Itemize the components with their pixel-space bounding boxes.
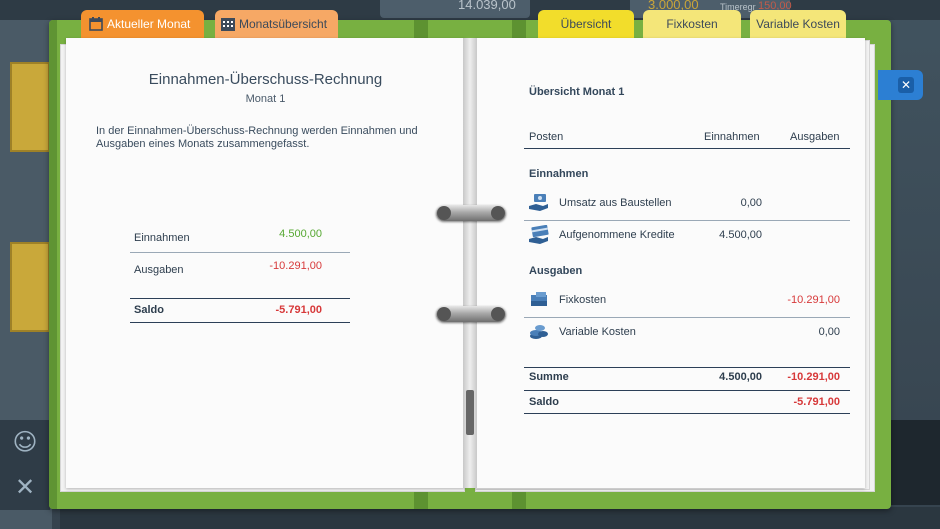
row-label: Fixkosten	[559, 294, 607, 306]
balance-label: Saldo	[134, 304, 164, 316]
header-divider	[524, 148, 850, 149]
building-tile[interactable]	[10, 242, 50, 332]
row-label: Aufgenommene Kredite	[559, 229, 675, 241]
row-income: 4.500,00	[719, 229, 762, 241]
workers-icon[interactable]: ☺	[0, 420, 50, 465]
balance-value: -5.791,00	[793, 396, 840, 408]
row-expense: 0,00	[818, 326, 840, 338]
summary-income-row: Einnahmen 4.500,00	[130, 226, 350, 250]
tab-label: Fixkosten	[666, 17, 718, 31]
table-row: Variable Kosten 0,00	[524, 317, 850, 347]
income-label: Einnahmen	[134, 232, 190, 244]
coins-stack-icon	[530, 325, 548, 339]
row-label: Variable Kosten	[559, 326, 636, 338]
row-income: 0,00	[740, 197, 762, 209]
tab-monatsuebersicht[interactable]: Monatsübersicht	[215, 10, 338, 40]
spine-clip	[466, 390, 474, 435]
binder-ring	[436, 205, 506, 221]
tab-label: Monatsübersicht	[239, 17, 328, 31]
close-icon: ✕	[898, 77, 914, 93]
money-hand-icon	[529, 194, 548, 211]
page-subtitle: Monat 1	[245, 93, 286, 105]
balance-label: Saldo	[529, 396, 559, 408]
sum-label: Summe	[529, 371, 569, 383]
table-row: Fixkosten -10.291,00	[524, 285, 850, 315]
grid-calendar-icon	[221, 17, 235, 31]
row-expense: -10.291,00	[787, 294, 840, 306]
bottom-bar	[60, 507, 940, 529]
tab-variable-kosten[interactable]: Variable Kosten	[750, 10, 846, 40]
table-row: Aufgenommene Kredite 4.500,00	[524, 220, 850, 250]
tab-label: Übersicht	[560, 17, 612, 31]
money-display: 14.039,00	[380, 0, 530, 18]
section-ausgaben: Ausgaben	[529, 265, 583, 277]
credit-card-icon	[529, 225, 549, 244]
binder-ring	[436, 306, 506, 322]
expense-label: Ausgaben	[134, 264, 184, 276]
table-row: Umsatz aus Baustellen 0,00	[524, 188, 850, 218]
close-button[interactable]: ✕	[878, 70, 923, 100]
sum-income: 4.500,00	[719, 371, 762, 383]
page-title: Einnahmen-Überschuss-Rechnung	[148, 71, 383, 88]
column-header-einnahmen: Einnahmen	[704, 131, 760, 143]
summary-expense-row: Ausgaben -10.291,00	[130, 258, 350, 282]
tab-fixkosten[interactable]: Fixkosten	[643, 10, 741, 40]
balance-value: -5.791,00	[275, 304, 322, 316]
overview-title: Übersicht Monat 1	[529, 86, 625, 98]
tab-label: Aktueller Monat	[107, 17, 191, 31]
building-tile[interactable]	[10, 62, 50, 152]
tab-label: Variable Kosten	[756, 17, 840, 31]
income-value: 4.500,00	[279, 228, 322, 240]
column-header-ausgaben: Ausgaben	[790, 131, 840, 143]
calendar-icon	[89, 16, 103, 31]
right-page	[475, 38, 865, 488]
section-einnahmen: Einnahmen	[529, 168, 589, 180]
sum-expense: -10.291,00	[787, 371, 840, 383]
page-description: In der Einnahmen-Überschuss-Rechnung wer…	[96, 125, 418, 150]
tools-icon[interactable]: ✕	[0, 465, 50, 510]
column-header-posten: Posten	[529, 131, 564, 143]
expense-value: -10.291,00	[269, 260, 322, 272]
money-value: 14.039,00	[458, 0, 516, 12]
binder-edge	[49, 20, 57, 509]
summary-balance-row: Saldo -5.791,00	[130, 299, 350, 323]
balance-divider	[524, 413, 850, 414]
divider	[130, 322, 350, 323]
row-label: Umsatz aus Baustellen	[559, 197, 672, 209]
divider	[130, 252, 350, 253]
cash-stack-icon	[531, 292, 547, 306]
